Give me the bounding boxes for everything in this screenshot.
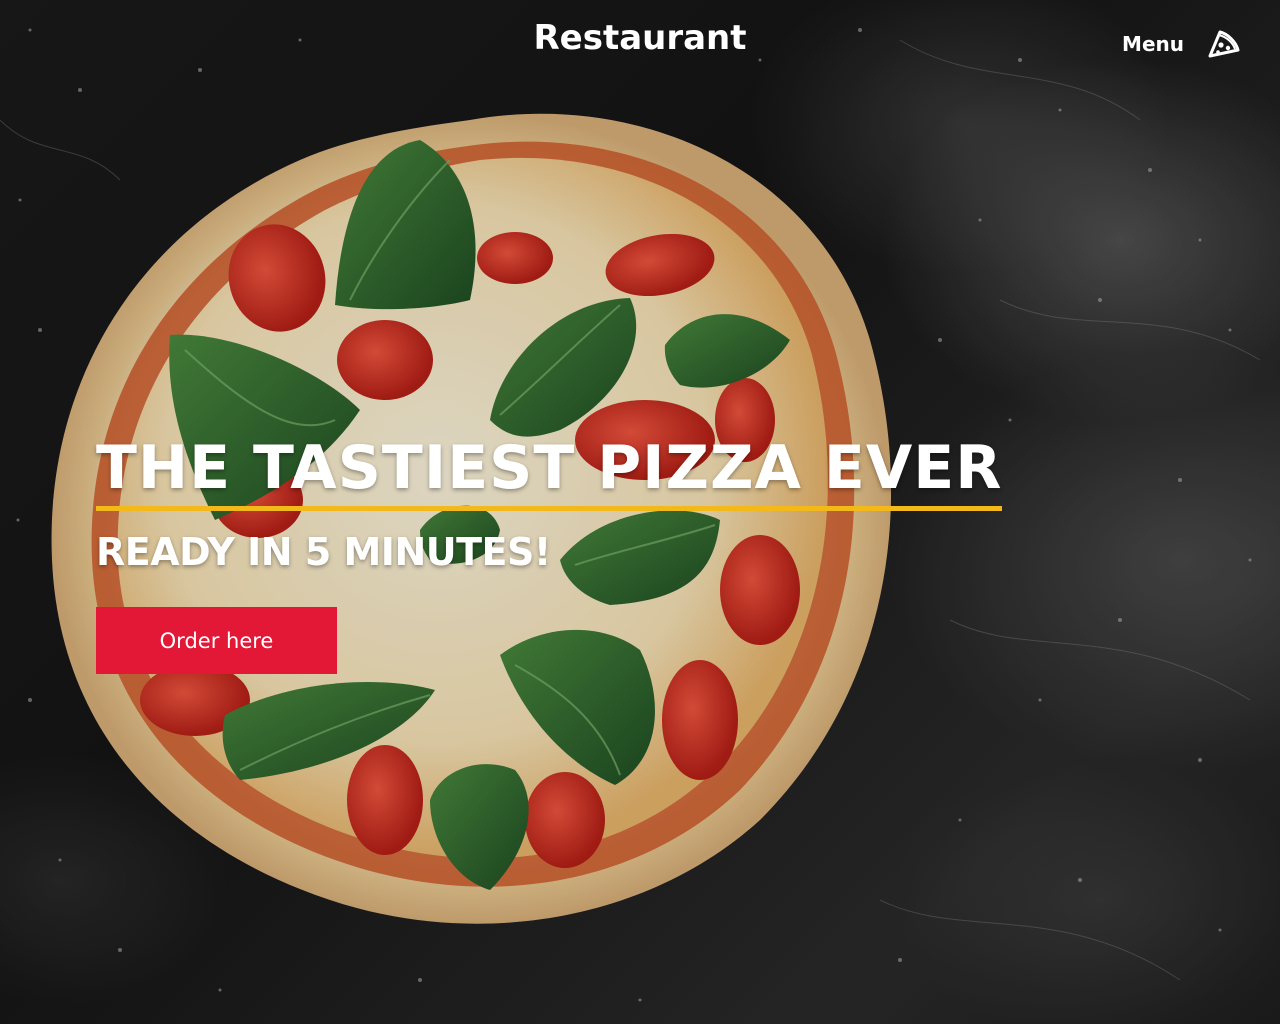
order-here-button[interactable]: Order here bbox=[96, 607, 337, 674]
pizza-image bbox=[0, 0, 1280, 1024]
brand-logo[interactable]: Restaurant bbox=[0, 18, 1280, 58]
pizza-slice-icon bbox=[1208, 30, 1240, 58]
menu-label: Menu bbox=[1122, 32, 1184, 56]
hero-section: Restaurant Menu THE TASTIEST PIZZA EVER … bbox=[0, 0, 1280, 1024]
hero-subtitle: READY IN 5 MINUTES! bbox=[96, 530, 551, 574]
hero-title: THE TASTIEST PIZZA EVER bbox=[96, 432, 1003, 511]
menu-button[interactable]: Menu bbox=[1122, 26, 1242, 62]
